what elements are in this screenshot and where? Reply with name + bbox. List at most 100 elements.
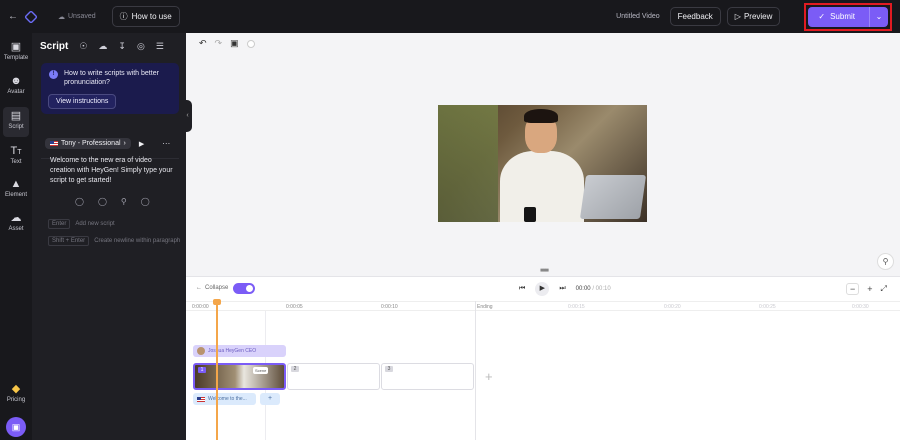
translate-icon[interactable]: ☰ [156, 41, 164, 52]
laptop [579, 175, 647, 219]
check-icon: ✓ [818, 12, 826, 21]
playhead[interactable] [213, 299, 221, 440]
timeline-zoom: − + ⤢ [846, 283, 887, 295]
more-icon[interactable]: ⋯ [162, 139, 170, 148]
chevron-left-icon: ‹ [186, 112, 189, 119]
scene-clip-2[interactable]: 2 [287, 363, 380, 390]
panel-header: Script ☉ ☁ ↧ ◎ ☰ [40, 41, 164, 52]
avatar-icon: ☻ [10, 75, 22, 87]
chevron-down-icon[interactable]: ⌄ [870, 12, 888, 21]
emphasis-icon[interactable]: ◯ [98, 197, 107, 206]
skip-back-icon[interactable]: ⏮ [519, 285, 525, 293]
skip-forward-icon[interactable]: ⏭ [559, 285, 565, 293]
voice-icon[interactable]: ⚲ [121, 197, 127, 206]
expand-icon[interactable]: ⤢ [881, 284, 887, 294]
nav-item-script[interactable]: ▤ Script [3, 107, 29, 137]
video-title[interactable]: Untitled Video [616, 13, 659, 20]
timecode: 00:00 / 00:10 [575, 286, 611, 292]
video-preview[interactable] [438, 105, 647, 222]
globe-icon[interactable]: ◎ [137, 41, 145, 52]
nav-item-template[interactable]: ▣ Template [0, 41, 32, 61]
nav-item-pricing[interactable]: ◆ Pricing [0, 383, 32, 403]
cloud-icon: ☁ [58, 13, 65, 21]
script-tools: ◯ ◯ ⚲ ◯ [75, 197, 150, 206]
download-icon[interactable]: ↧ [118, 41, 126, 52]
arrow-left-icon: ← [196, 285, 202, 291]
script-track-clip[interactable]: Welcome to the... [193, 393, 256, 405]
timeline: ← Collapse ⏮ ▶ ⏭ 00:00 / 00:10 − + ⤢ 0:0… [186, 276, 900, 440]
nav-item-text[interactable]: TT Text [0, 145, 32, 165]
resize-handle[interactable]: ■■■ [540, 268, 549, 274]
submit-highlight: ✓ Submit ⌄ [804, 2, 892, 31]
add-script-button[interactable]: + [260, 393, 280, 405]
tip-text: How to write scripts with better pronunc… [64, 70, 159, 86]
avatar-track-clip[interactable]: Joshua HeyGen CEO [193, 345, 286, 357]
redo-icon[interactable]: ↷ [215, 38, 223, 49]
script-editor[interactable]: Welcome to the new era of video creation… [50, 156, 175, 186]
mug [524, 207, 536, 222]
left-nav: ▣ Template ☻ Avatar ▤ Script TT Text ▲ E… [0, 33, 32, 440]
timeline-end-line [475, 301, 476, 440]
diamond-icon: ◆ [11, 383, 21, 395]
timeline-ruler[interactable]: 0:00:00 0:00:05 0:00:10 Ending 0:00:15 0… [186, 301, 900, 311]
scene-clip-3[interactable]: 3 [381, 363, 474, 390]
magnifier-icon: ⚲ [882, 257, 889, 266]
avatar-thumbnail [197, 347, 205, 355]
background-color-swatch[interactable] [246, 39, 255, 48]
scene-clip-1[interactable]: 1 Scene [193, 363, 286, 390]
how-to-use-button[interactable]: ⓘ How to use [111, 6, 180, 27]
nav-item-element[interactable]: ▲ Element [0, 178, 32, 198]
play-button[interactable]: ▶ [535, 282, 550, 296]
play-icon[interactable]: ▶ [139, 140, 144, 148]
add-scene-button[interactable]: + [485, 369, 493, 384]
zoom-in-button[interactable]: + [867, 284, 872, 294]
heygen-logo [24, 9, 38, 24]
info-icon: ! [49, 70, 58, 79]
avatar-hair [524, 109, 558, 123]
nav-item-avatar[interactable]: ☻ Avatar [0, 75, 32, 95]
text-icon: TT [10, 145, 22, 157]
chat-icon: ▣ [11, 422, 21, 432]
pause-icon[interactable]: ◯ [75, 197, 84, 206]
aspect-ratio-icon[interactable]: ▣ [230, 38, 239, 49]
save-status: ☁ Unsaved [58, 13, 96, 21]
cloud-upload-icon: ☁ [10, 212, 22, 224]
us-flag-icon [50, 141, 58, 146]
zoom-out-button[interactable]: − [846, 283, 860, 295]
submit-button[interactable]: ✓ Submit [808, 6, 870, 27]
submit-button-group: ✓ Submit ⌄ [808, 6, 888, 27]
gesture-icon[interactable]: ◯ [141, 197, 150, 206]
avatar-body [500, 151, 584, 222]
top-bar: ← ☁ Unsaved ⓘ How to use Untitled Video … [0, 0, 900, 33]
canvas-toolbar: ↶ ↷ ▣ [199, 38, 255, 49]
arrow-left-icon[interactable]: ← [8, 11, 18, 22]
timeline-toggle[interactable] [233, 283, 255, 294]
chevron-right-icon: › [123, 140, 126, 147]
collapse-panel-handle[interactable]: ‹ [183, 100, 192, 132]
lightbulb-icon[interactable]: ☉ [79, 41, 87, 52]
panel-title: Script [40, 41, 69, 52]
voice-selector: Tony - Professional › ▶ ⋯ [45, 138, 170, 149]
chat-support-button[interactable]: ▣ [6, 417, 26, 437]
collapse-timeline-button[interactable]: ← Collapse [196, 285, 228, 291]
shapes-icon: ▲ [10, 178, 22, 190]
hint-enter: Enter Add new script [48, 219, 115, 229]
undo-icon[interactable]: ↶ [199, 38, 207, 49]
nav-item-asset[interactable]: ☁ Asset [0, 212, 32, 232]
pronunciation-tip: ! How to write scripts with better pronu… [41, 63, 179, 114]
help-circle-icon: ⓘ [119, 12, 128, 21]
play-icon: ▷ [734, 12, 741, 21]
us-flag-icon [197, 396, 205, 402]
cloud-upload-icon[interactable]: ☁ [98, 41, 107, 52]
preview-button[interactable]: ▷ Preview [726, 7, 781, 26]
view-instructions-button[interactable]: View instructions [48, 94, 117, 109]
window-bg [438, 105, 498, 222]
scene-chip[interactable]: Scene [253, 367, 269, 374]
layout-icon: ▣ [10, 41, 22, 53]
playback-controls: ⏮ ▶ ⏭ 00:00 / 00:10 [519, 282, 611, 296]
play-icon: ▶ [539, 285, 545, 292]
voice-chip[interactable]: Tony - Professional › [45, 138, 131, 149]
script-icon: ▤ [10, 110, 22, 122]
zoom-fit-button[interactable]: ⚲ [877, 253, 894, 270]
feedback-button[interactable]: Feedback [669, 7, 721, 26]
